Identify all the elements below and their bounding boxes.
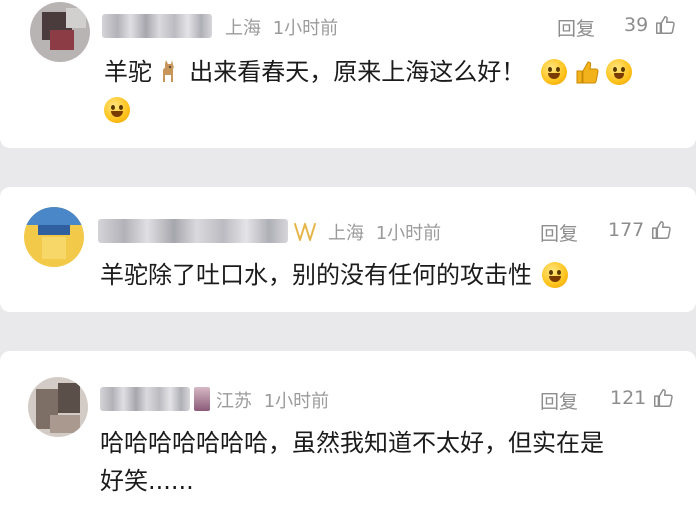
llama-emoji [160, 56, 182, 96]
comment-text: 羊驼除了吐口水，别的没有任何的攻击性 [100, 255, 568, 295]
like-button[interactable]: 39 [624, 14, 676, 36]
like-count: 121 [610, 387, 647, 409]
thumbs-up-emoji [575, 57, 599, 84]
comment-text-line-1: 哈哈哈哈哈哈哈，虽然我知道不太好，但实在是 [100, 429, 604, 457]
thumb-up-icon [650, 219, 672, 241]
comment-meta: 江苏 1小时前 [216, 387, 329, 413]
vip-badge-icon [292, 221, 318, 247]
comment-meta: 上海 1小时前 [225, 14, 338, 40]
reply-button[interactable]: 回复 [557, 14, 595, 41]
timestamp: 1小时前 [263, 391, 330, 412]
like-count: 39 [624, 14, 649, 36]
user-avatar[interactable] [28, 377, 88, 437]
username-blurred[interactable] [102, 14, 212, 38]
reply-button[interactable]: 回复 [540, 219, 578, 246]
comment-text-line-2: 好笑...... [100, 467, 194, 495]
comment-card: 上海 1小时前 回复 177 羊驼除了吐口水，别的没有任何的攻击性 [0, 187, 696, 312]
like-button[interactable]: 121 [610, 387, 674, 409]
laugh-emoji [540, 59, 567, 85]
location: 上海 [328, 223, 364, 244]
location: 上海 [225, 18, 261, 39]
comment-meta: 上海 1小时前 [328, 219, 441, 245]
comment-text: 羊驼 出来看春天，原来上海这么好！ [104, 52, 633, 96]
badge-blurred [194, 387, 210, 411]
sweat-smile-emoji [541, 262, 568, 288]
timestamp: 1小时前 [272, 18, 339, 39]
reply-button[interactable]: 回复 [540, 387, 578, 414]
comment-card: 上海 1小时前 回复 39 羊驼 出来看春天，原来上海这么好！ [0, 0, 696, 148]
user-avatar[interactable] [24, 207, 84, 267]
like-button[interactable]: 177 [608, 219, 672, 241]
clap-emoji [606, 59, 633, 85]
comment-card: 江苏 1小时前 回复 121 哈哈哈哈哈哈哈，虽然我知道不太好，但实在是 好笑.… [0, 351, 696, 527]
like-count: 177 [608, 219, 645, 241]
thumb-up-icon [654, 14, 676, 36]
user-avatar[interactable] [30, 2, 90, 62]
timestamp: 1小时前 [375, 223, 442, 244]
grin-emoji [104, 97, 130, 123]
location: 江苏 [216, 391, 252, 412]
thumb-up-icon [652, 387, 674, 409]
username-blurred[interactable] [98, 219, 288, 243]
username-blurred[interactable] [100, 387, 190, 411]
